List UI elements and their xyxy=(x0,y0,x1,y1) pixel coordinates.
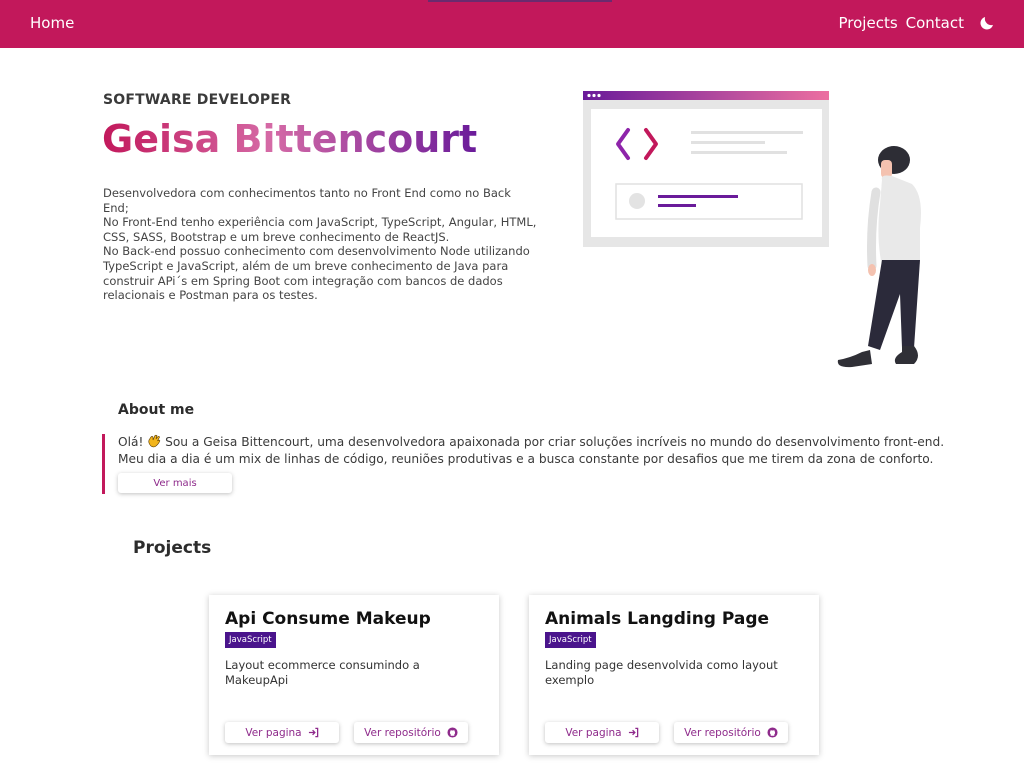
about-intro: Sou a Geisa Bittencourt, uma desenvolved… xyxy=(165,435,945,449)
hero-description-line: Desenvolvedora com conhecimentos tanto n… xyxy=(103,186,511,200)
navbar: Home Projects Contact xyxy=(0,0,1024,48)
projects-title: Projects xyxy=(133,538,212,558)
view-page-label: Ver pagina xyxy=(565,726,622,739)
moon-icon[interactable] xyxy=(978,14,996,32)
view-repo-label: Ver repositório xyxy=(364,726,441,739)
view-repo-button[interactable]: Ver repositório xyxy=(674,722,788,743)
hero-description-line: TypeScript e JavaScript, além de um brev… xyxy=(103,258,509,273)
about-line-1: Olá! Sou a Geisa Bittencourt, uma desenv… xyxy=(118,434,962,452)
github-icon xyxy=(447,727,458,738)
about-title: About me xyxy=(118,402,195,418)
hero-description-line: CSS, SASS, Bootstrap e um breve conhecim… xyxy=(103,229,450,244)
tech-tag: JavaScript xyxy=(545,632,596,648)
project-title: Animals Langding Page xyxy=(545,609,770,629)
hero-description-line: End; xyxy=(103,200,129,215)
about-greeting: Olá! xyxy=(118,435,144,449)
project-title: Api Consume Makeup xyxy=(225,609,431,629)
tech-tag: JavaScript xyxy=(225,632,276,648)
view-repo-button[interactable]: Ver repositório xyxy=(354,722,468,743)
github-icon xyxy=(767,727,778,738)
waving-hand-icon xyxy=(147,434,165,451)
view-page-button[interactable]: Ver pagina xyxy=(545,722,659,743)
hero-name: Geisa Bittencourt xyxy=(102,114,477,164)
nav-home-link[interactable]: Home xyxy=(30,14,74,32)
ver-mais-button[interactable]: Ver mais xyxy=(118,473,232,493)
nav-projects-link[interactable]: Projects xyxy=(839,14,898,32)
about-text: Olá! Sou a Geisa Bittencourt, uma desenv… xyxy=(118,434,962,467)
sign-in-icon xyxy=(308,727,319,738)
hero-description-line: construir APi´s em Spring Boot com integ… xyxy=(103,273,503,288)
hero-role: SOFTWARE DEVELOPER xyxy=(103,92,292,108)
navbar-accent-line xyxy=(428,0,612,2)
project-description: Layout ecommerce consumindo a MakeupApi xyxy=(225,658,420,687)
view-repo-label: Ver repositório xyxy=(684,726,761,739)
project-card: Animals Langding Page JavaScript Landing… xyxy=(529,595,819,755)
about-line-2: Meu dia a dia é um mix de linhas de códi… xyxy=(118,452,934,466)
hero-description-line: relacionais e Postman para os testes. xyxy=(103,288,318,303)
nav-right: Projects Contact xyxy=(839,14,997,32)
view-page-button[interactable]: Ver pagina xyxy=(225,722,339,743)
sign-in-icon xyxy=(628,727,639,738)
project-description: Landing page desenvolvida como layout ex… xyxy=(545,658,778,687)
hero-description-line: No Back-end possuo conhecimento com dese… xyxy=(103,244,530,259)
hero-description: Desenvolvedora com conhecimentos tanto n… xyxy=(103,186,571,303)
developer-illustration xyxy=(583,91,921,368)
hero-description-line: No Front-End tenho experiência com JavaS… xyxy=(103,215,537,230)
nav-contact-link[interactable]: Contact xyxy=(906,14,964,32)
view-page-label: Ver pagina xyxy=(245,726,302,739)
project-card: Api Consume Makeup JavaScript Layout eco… xyxy=(209,595,499,755)
